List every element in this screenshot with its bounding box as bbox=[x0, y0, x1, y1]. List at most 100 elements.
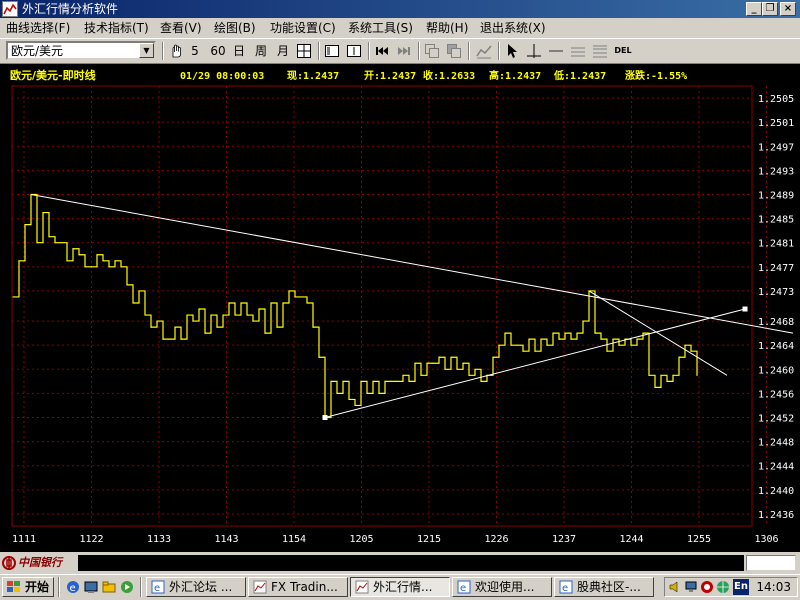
menu-bar: 曲线选择(F) 技术指标(T) 查看(V) 绘图(B) 功能设置(C) 系统工具… bbox=[0, 18, 800, 38]
svg-text:e: e bbox=[154, 583, 160, 594]
price-point bbox=[606, 350, 608, 352]
horizontal-line-icon[interactable] bbox=[548, 43, 564, 59]
price-point bbox=[36, 242, 38, 244]
chevron-down-icon[interactable]: ▼ bbox=[139, 43, 154, 58]
status-row: 中国银行 bbox=[0, 552, 800, 574]
y-tick-label: 1.2505 bbox=[758, 94, 794, 105]
price-point bbox=[654, 386, 656, 388]
y-tick-label: 1.2497 bbox=[758, 142, 794, 153]
price-point bbox=[138, 290, 140, 292]
panel-split-icon[interactable] bbox=[346, 43, 362, 59]
price-chart[interactable]: 欧元/美元-即时线 01/29 08:00:03 现:1.2437 开:1.24… bbox=[0, 64, 800, 552]
minimize-button[interactable]: _ bbox=[746, 2, 762, 16]
price-point bbox=[642, 332, 644, 334]
period-day-button[interactable]: 日 bbox=[232, 41, 246, 61]
menu-tools[interactable]: 系统工具(S) bbox=[348, 20, 413, 36]
period-week-button[interactable]: 周 bbox=[254, 41, 268, 61]
task-forex-forum[interactable]: e 外汇论坛 ... bbox=[146, 577, 246, 597]
trend-line-handle[interactable] bbox=[742, 306, 748, 312]
price-point bbox=[222, 314, 224, 316]
parallel-lines-icon[interactable] bbox=[570, 43, 586, 59]
speaker-icon[interactable] bbox=[668, 580, 682, 594]
globe-icon[interactable] bbox=[716, 580, 730, 594]
hand-pointer-icon[interactable] bbox=[168, 43, 184, 59]
price-point bbox=[156, 320, 158, 322]
price-point bbox=[270, 302, 272, 304]
price-point bbox=[306, 302, 308, 304]
x-tick-label: 1154 bbox=[282, 534, 306, 545]
price-point bbox=[180, 338, 182, 340]
trend-line-handle[interactable] bbox=[322, 415, 328, 421]
price-point bbox=[78, 254, 80, 256]
price-point bbox=[600, 338, 602, 340]
menu-help[interactable]: 帮助(H) bbox=[426, 20, 468, 36]
close-button[interactable]: × bbox=[780, 2, 796, 16]
line-chart-icon[interactable] bbox=[476, 43, 492, 59]
network-icon[interactable] bbox=[684, 580, 698, 594]
ie-page-icon: e bbox=[151, 580, 165, 594]
symbol-select[interactable]: 欧元/美元 ▼ bbox=[6, 41, 156, 60]
delete-drawing-button[interactable]: DEL bbox=[612, 41, 634, 61]
price-point bbox=[390, 380, 392, 382]
task-forex-quotes[interactable]: 外汇行情... bbox=[350, 577, 450, 597]
price-point bbox=[168, 338, 170, 340]
menu-settings[interactable]: 功能设置(C) bbox=[270, 20, 336, 36]
task-label: FX Tradin... bbox=[271, 580, 338, 594]
menu-indicators[interactable]: 技术指标(T) bbox=[84, 20, 149, 36]
menu-draw[interactable]: 绘图(B) bbox=[214, 20, 256, 36]
price-point bbox=[330, 380, 332, 382]
task-fx-trading[interactable]: FX Tradin... bbox=[248, 577, 348, 597]
crosshair-line-icon[interactable] bbox=[526, 43, 542, 59]
trend-line[interactable] bbox=[324, 308, 746, 418]
price-point bbox=[360, 380, 362, 382]
menu-view[interactable]: 查看(V) bbox=[160, 20, 202, 36]
svg-text:e: e bbox=[562, 583, 568, 594]
fast-forward-icon[interactable] bbox=[396, 43, 412, 59]
price-point bbox=[636, 338, 638, 340]
trend-line[interactable] bbox=[588, 290, 728, 376]
price-point bbox=[282, 302, 284, 304]
overlay-window-icon[interactable] bbox=[446, 43, 462, 59]
price-point bbox=[12, 296, 14, 298]
quicklaunch-folder-icon[interactable] bbox=[102, 580, 116, 594]
quicklaunch-desktop-icon[interactable] bbox=[84, 580, 98, 594]
y-tick-label: 1.2493 bbox=[758, 166, 794, 177]
restore-button[interactable]: ❐ bbox=[762, 2, 778, 16]
y-tick-label: 1.2456 bbox=[758, 389, 794, 400]
period-60-button[interactable]: 60 bbox=[208, 41, 228, 61]
copy-window-icon[interactable] bbox=[424, 43, 440, 59]
windows-logo-icon bbox=[7, 581, 20, 592]
period-5-button[interactable]: 5 bbox=[188, 41, 202, 61]
menu-exit[interactable]: 退出系统(X) bbox=[480, 20, 546, 36]
task-stock-community[interactable]: e 股典社区-... bbox=[554, 577, 654, 597]
y-tick-label: 1.2481 bbox=[758, 239, 794, 250]
toolbar-divider bbox=[468, 42, 470, 60]
bank-of-china-icon bbox=[2, 556, 16, 570]
period-month-button[interactable]: 月 bbox=[276, 41, 290, 61]
quote-change: 涨跌:-1.55% bbox=[625, 69, 687, 82]
start-button[interactable]: 开始 bbox=[2, 577, 54, 597]
chart-area[interactable]: 欧元/美元-即时线 01/29 08:00:03 现:1.2437 开:1.24… bbox=[0, 64, 800, 552]
quicklaunch-media-icon[interactable] bbox=[120, 580, 134, 594]
input-language-indicator[interactable]: En bbox=[733, 579, 749, 595]
grid-layout-icon[interactable] bbox=[296, 43, 312, 59]
price-point bbox=[474, 368, 476, 370]
price-point bbox=[342, 380, 344, 382]
arrow-cursor-icon[interactable] bbox=[504, 43, 520, 59]
antivirus-icon[interactable] bbox=[700, 580, 714, 594]
quicklaunch-ie-icon[interactable]: e bbox=[66, 580, 80, 594]
price-point bbox=[696, 374, 698, 376]
price-point bbox=[522, 350, 524, 352]
panel-left-icon[interactable] bbox=[324, 43, 340, 59]
price-point bbox=[528, 338, 530, 340]
bank-label: 中国银行 bbox=[18, 556, 62, 569]
task-welcome[interactable]: e 欢迎使用... bbox=[452, 577, 552, 597]
menu-curve-select[interactable]: 曲线选择(F) bbox=[6, 20, 70, 36]
chart-title: 欧元/美元-即时线 bbox=[10, 68, 96, 82]
y-tick-label: 1.2485 bbox=[758, 215, 794, 226]
price-point bbox=[372, 380, 374, 382]
fibonacci-lines-icon[interactable] bbox=[592, 43, 608, 59]
rewind-icon[interactable] bbox=[374, 43, 390, 59]
y-tick-label: 1.2460 bbox=[758, 365, 794, 376]
price-point bbox=[468, 374, 470, 376]
